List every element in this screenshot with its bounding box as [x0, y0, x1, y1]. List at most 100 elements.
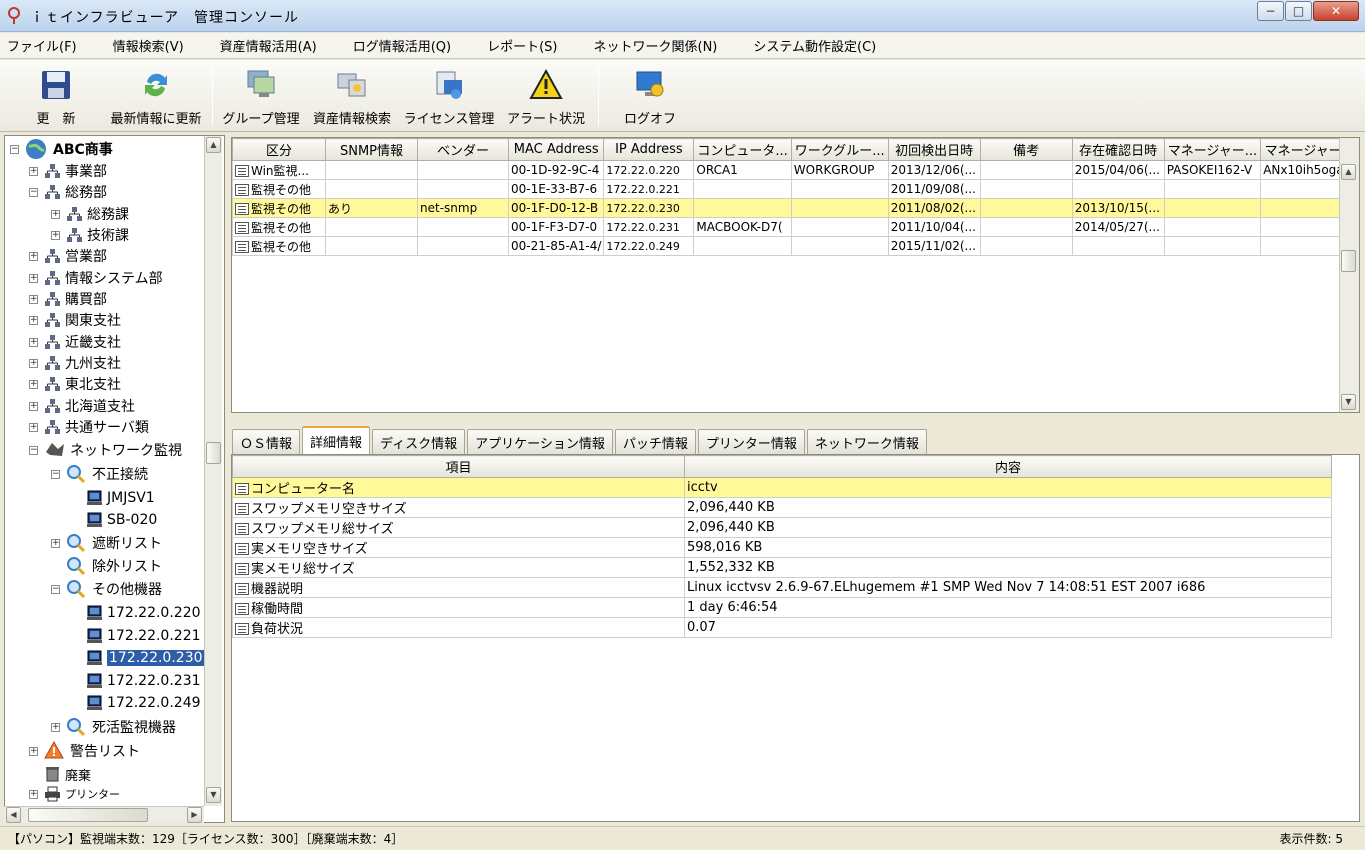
scroll-up-icon[interactable]: ▲	[206, 137, 221, 153]
tree-node-19[interactable]: 除外リスト	[51, 556, 162, 576]
expand-icon[interactable]: +	[29, 294, 38, 304]
column-header[interactable]: 備考	[979, 138, 1073, 161]
expand-icon[interactable]: +	[51, 538, 60, 548]
table-row[interactable]: 負荷状況 0.07	[232, 617, 1332, 638]
table-row[interactable]: 機器説明 Linux icctvsv 2.6.9-67.ELhugemem #1 …	[232, 577, 1332, 598]
table-row[interactable]: 監視その他 00-1E-33-B7-6 172.22.0.221 2011/09/08…	[232, 179, 1359, 199]
expand-icon[interactable]: +	[29, 251, 38, 261]
column-header[interactable]: SNMP情報	[325, 138, 418, 161]
menu-file[interactable]: ファイル(F)	[4, 36, 80, 55]
table-row[interactable]: 実メモリ総サイズ 1,552,332 KB	[232, 557, 1332, 578]
tree-node-12[interactable]: + 北海道支社	[29, 396, 135, 416]
tree-node-10[interactable]: + 九州支社	[29, 353, 121, 373]
tab-3[interactable]: アプリケーション情報	[467, 429, 613, 454]
column-header[interactable]: ワークグルー...	[790, 138, 889, 161]
tree-node-14[interactable]: − ネットワーク監視	[29, 440, 182, 460]
table-row[interactable]: スワップメモリ総サイズ 2,096,440 KB	[232, 517, 1332, 538]
collapse-icon[interactable]: −	[29, 445, 38, 455]
expand-icon[interactable]: +	[29, 358, 38, 368]
device-list-table[interactable]: 区分 SNMP情報 ベンダー MAC Address IP Address コンピュータ.…	[231, 137, 1360, 413]
organization-tree[interactable]: − ABC商事 + 事業部 − 総務部 + 総務課 + 技術課 + 営業部 + 情報システム部 + 購買部 + 関…	[4, 135, 225, 823]
tree-node-20[interactable]: − その他機器	[51, 579, 162, 599]
close-button[interactable]: ✕	[1313, 1, 1359, 21]
expand-icon[interactable]: +	[29, 379, 38, 389]
menu-asset[interactable]: 資産情報活用(A)	[217, 36, 320, 55]
menu-system[interactable]: システム動作設定(C)	[750, 36, 879, 55]
column-header[interactable]: 内容	[684, 455, 1332, 478]
tree-node-6[interactable]: + 情報システム部	[29, 268, 163, 288]
tree-node-3[interactable]: + 総務課	[51, 204, 129, 224]
menu-report[interactable]: レポート(S)	[484, 36, 560, 55]
tree-horizontal-scrollbar[interactable]: ◀ ▶	[4, 806, 204, 823]
expand-icon[interactable]: +	[51, 722, 60, 732]
column-header[interactable]: ベンダー	[417, 138, 509, 161]
group-management-button[interactable]: グループ管理	[218, 64, 304, 128]
update-button[interactable]: 更 新	[20, 64, 92, 128]
detail-table-panel[interactable]: 項目 内容 コンピューター名 icctv スワップメモリ空きサイズ 2,096,440 …	[231, 454, 1360, 822]
menu-network[interactable]: ネットワーク関係(N)	[591, 36, 721, 55]
tree-node-7[interactable]: + 購買部	[29, 289, 107, 309]
tree-node-28[interactable]: 廃棄	[29, 764, 91, 784]
tree-node-18[interactable]: + 遮断リスト	[51, 533, 162, 553]
collapse-icon[interactable]: −	[51, 584, 60, 594]
device-scroll-thumb[interactable]	[1341, 250, 1356, 272]
tree-scroll-thumb[interactable]	[206, 442, 221, 464]
column-header[interactable]: 初回検出日時	[887, 138, 981, 161]
refresh-button[interactable]: 最新情報に更新	[106, 64, 206, 128]
tree-node-11[interactable]: + 東北支社	[29, 374, 121, 394]
logoff-button[interactable]: ログオフ	[610, 64, 690, 128]
tree-node-23[interactable]: 172.22.0.230	[71, 648, 205, 668]
tree-vertical-scrollbar[interactable]: ▲ ▼	[204, 136, 222, 806]
scroll-down-icon[interactable]: ▼	[1341, 394, 1356, 410]
scroll-down-icon[interactable]: ▼	[206, 787, 221, 803]
device-table-scrollbar[interactable]: ▲ ▼	[1339, 138, 1359, 412]
expand-icon[interactable]: +	[29, 746, 38, 756]
collapse-icon[interactable]: −	[51, 469, 60, 479]
tree-hscroll-thumb[interactable]	[28, 808, 148, 822]
table-row[interactable]: Win監視... 00-1D-92-9C-4 172.22.0.220 ORCA1 WO…	[232, 160, 1359, 180]
tree-node-25[interactable]: 172.22.0.249	[71, 693, 201, 713]
table-row[interactable]: コンピューター名 icctv	[232, 477, 1332, 498]
tab-6[interactable]: ネットワーク情報	[806, 429, 927, 454]
tree-node-17[interactable]: SB-020	[71, 510, 157, 530]
tree-node-8[interactable]: + 関東支社	[29, 310, 121, 330]
expand-icon[interactable]: +	[51, 230, 60, 240]
alert-status-button[interactable]: アラート状況	[502, 64, 590, 128]
menu-info-search[interactable]: 情報検索(V)	[110, 36, 187, 55]
column-header[interactable]: マネージャー...	[1163, 138, 1262, 161]
scroll-right-icon[interactable]: ▶	[187, 807, 202, 823]
column-header[interactable]: 項目	[232, 455, 685, 478]
maximize-button[interactable]: □	[1285, 1, 1312, 21]
expand-icon[interactable]: +	[51, 209, 60, 219]
tree-node-5[interactable]: + 営業部	[29, 246, 107, 266]
scroll-up-icon[interactable]: ▲	[1341, 164, 1356, 180]
column-header[interactable]: 存在確認日時	[1071, 138, 1165, 161]
tree-node-0[interactable]: − ABC商事	[10, 139, 113, 159]
license-management-button[interactable]: ライセンス管理	[400, 64, 498, 128]
tree-node-2[interactable]: − 総務部	[29, 182, 107, 202]
tab-5[interactable]: プリンター情報	[697, 429, 805, 454]
table-row[interactable]: 稼働時間 1 day 6:46:54	[232, 597, 1332, 618]
expand-icon[interactable]: +	[29, 273, 38, 283]
table-row[interactable]: スワップメモリ空きサイズ 2,096,440 KB	[232, 497, 1332, 518]
tree-node-22[interactable]: 172.22.0.221	[71, 626, 201, 646]
tree-node-26[interactable]: + 死活監視機器	[51, 717, 176, 737]
expand-icon[interactable]: +	[29, 789, 38, 799]
collapse-icon[interactable]: −	[10, 144, 19, 154]
expand-icon[interactable]: +	[29, 401, 38, 411]
tree-node-9[interactable]: + 近畿支社	[29, 332, 121, 352]
column-header[interactable]: 区分	[232, 138, 326, 161]
tree-node-4[interactable]: + 技術課	[51, 225, 129, 245]
tab-4[interactable]: パッチ情報	[614, 429, 696, 454]
column-header[interactable]: コンピュータ...	[693, 138, 792, 161]
tab-2[interactable]: ディスク情報	[372, 429, 466, 454]
table-row[interactable]: 監視その他 00-21-85-A1-4/172.22.0.249 2015/11/0…	[232, 236, 1359, 256]
minimize-button[interactable]: −	[1257, 1, 1284, 21]
tree-node-15[interactable]: − 不正接続	[51, 464, 148, 484]
collapse-icon[interactable]: −	[29, 187, 38, 197]
table-row[interactable]: 実メモリ空きサイズ 598,016 KB	[232, 537, 1332, 558]
tree-node-24[interactable]: 172.22.0.231	[71, 671, 201, 691]
asset-search-button[interactable]: 資産情報検索	[308, 64, 396, 128]
expand-icon[interactable]: +	[29, 422, 38, 432]
tab-1[interactable]: 詳細情報	[302, 426, 371, 454]
